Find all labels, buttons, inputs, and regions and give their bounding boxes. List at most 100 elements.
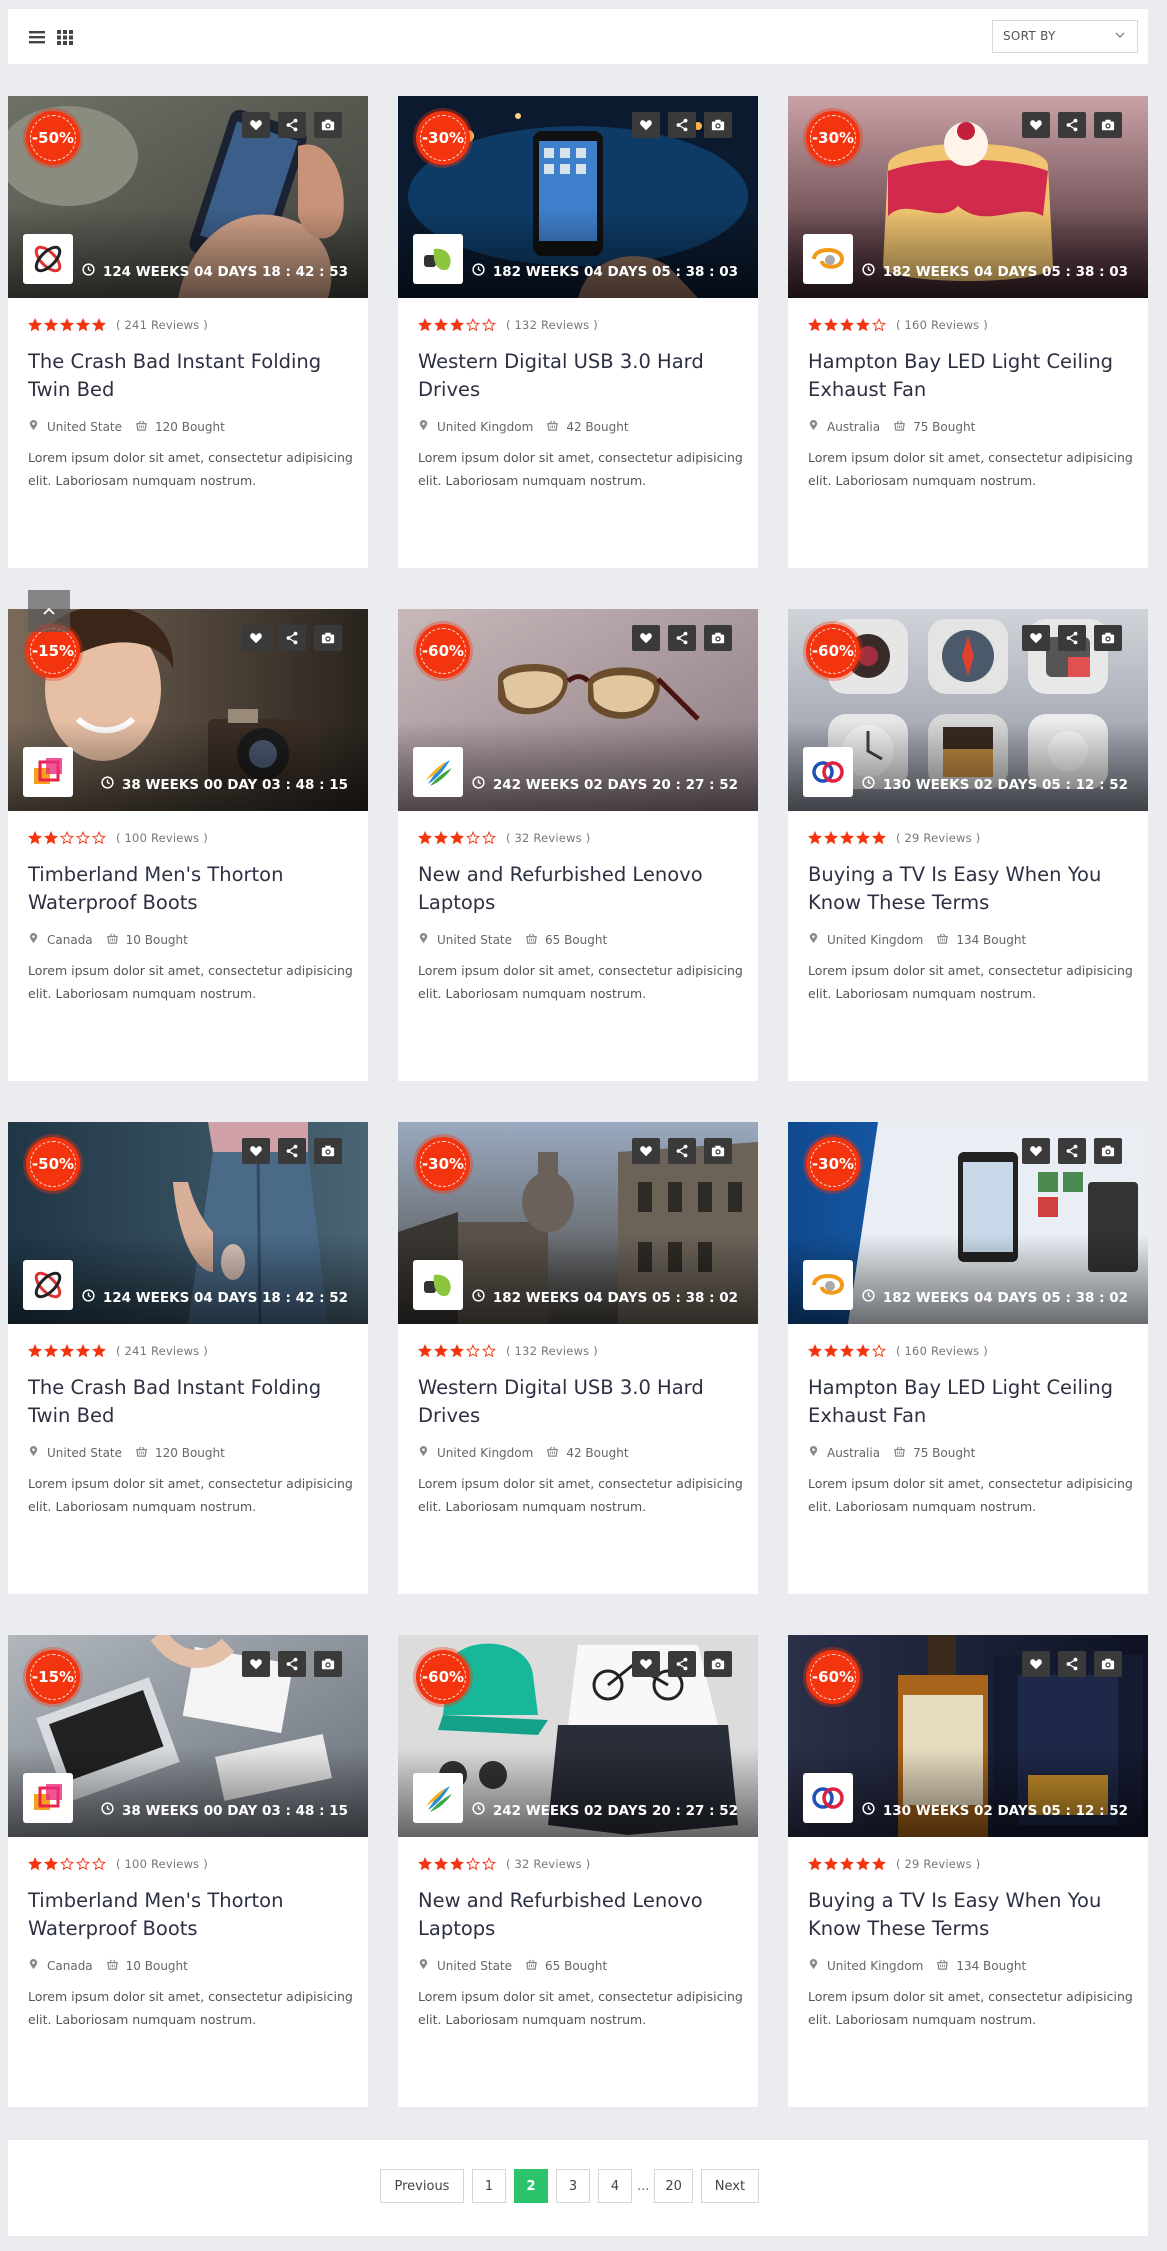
list-view-icon[interactable] [27,27,47,47]
seller-logo[interactable] [23,1773,73,1823]
page-3-button[interactable]: 3 [556,2169,590,2203]
camera-icon[interactable] [704,1651,732,1677]
back-to-top-button[interactable] [28,590,70,632]
wishlist-heart-icon[interactable] [1022,112,1050,138]
camera-icon[interactable] [314,625,342,651]
wishlist-heart-icon[interactable] [242,1138,270,1164]
review-count[interactable]: ( 29 Reviews ) [896,1857,980,1871]
seller-logo[interactable] [413,1260,463,1310]
product-title[interactable]: Hampton Bay LED Light Ceiling Exhaust Fa… [808,348,1138,404]
product-title[interactable]: Timberland Men's Thorton Waterproof Boot… [28,1887,358,1943]
product-card[interactable]: -60% 130 WEEKS 02 DAYS 05 : 12 : 52 ( 29 R… [788,1635,1148,2107]
product-image[interactable]: -30% 182 WEEKS 04 DAYS 05 : 38 : 03 [398,96,758,298]
share-icon[interactable] [278,625,306,651]
product-image[interactable]: -30% 182 WEEKS 04 DAYS 05 : 38 : 02 [398,1122,758,1324]
seller-logo[interactable] [803,747,853,797]
seller-logo[interactable] [23,1260,73,1310]
product-title[interactable]: Western Digital USB 3.0 Hard Drives [418,1374,748,1430]
product-title[interactable]: Western Digital USB 3.0 Hard Drives [418,348,748,404]
product-image[interactable]: -30% 182 WEEKS 04 DAYS 05 : 38 : 03 [788,96,1148,298]
share-icon[interactable] [1058,112,1086,138]
product-title[interactable]: Timberland Men's Thorton Waterproof Boot… [28,861,358,917]
camera-icon[interactable] [704,112,732,138]
review-count[interactable]: ( 160 Reviews ) [896,1344,988,1358]
camera-icon[interactable] [704,1138,732,1164]
share-icon[interactable] [278,112,306,138]
product-title[interactable]: Buying a TV Is Easy When You Know These … [808,1887,1138,1943]
product-card[interactable]: -50% 124 WEEKS 04 DAYS 18 : 42 : 53 ( 241 … [8,96,368,568]
seller-logo[interactable] [413,234,463,284]
review-count[interactable]: ( 241 Reviews ) [116,318,208,332]
camera-icon[interactable] [704,625,732,651]
share-icon[interactable] [668,1651,696,1677]
product-card[interactable]: -15% 38 WEEKS 00 DAY 03 : 48 : 15 ( 100 Re… [8,609,368,1081]
review-count[interactable]: ( 160 Reviews ) [896,318,988,332]
product-card[interactable]: -60% 130 WEEKS 02 DAYS 05 : 12 : 52 ( 29 R… [788,609,1148,1081]
product-title[interactable]: The Crash Bad Instant Folding Twin Bed [28,1374,358,1430]
seller-logo[interactable] [803,1260,853,1310]
product-image[interactable]: -50% 124 WEEKS 04 DAYS 18 : 42 : 53 [8,96,368,298]
product-image[interactable]: -60% 130 WEEKS 02 DAYS 05 : 12 : 52 [788,1635,1148,1837]
product-title[interactable]: New and Refurbished Lenovo Laptops [418,861,748,917]
page-4-button[interactable]: 4 [598,2169,632,2203]
wishlist-heart-icon[interactable] [242,625,270,651]
camera-icon[interactable] [314,112,342,138]
review-count[interactable]: ( 241 Reviews ) [116,1344,208,1358]
share-icon[interactable] [1058,1138,1086,1164]
wishlist-heart-icon[interactable] [1022,1651,1050,1677]
wishlist-heart-icon[interactable] [632,112,660,138]
share-icon[interactable] [278,1138,306,1164]
camera-icon[interactable] [1094,1138,1122,1164]
seller-logo[interactable] [23,747,73,797]
product-image[interactable]: -60% 130 WEEKS 02 DAYS 05 : 12 : 52 [788,609,1148,811]
product-title[interactable]: The Crash Bad Instant Folding Twin Bed [28,348,358,404]
camera-icon[interactable] [1094,112,1122,138]
grid-view-icon[interactable] [55,27,75,47]
previous-page-button[interactable]: Previous [380,2169,464,2203]
seller-logo[interactable] [803,234,853,284]
camera-icon[interactable] [314,1651,342,1677]
product-card[interactable]: -30% 182 WEEKS 04 DAYS 05 : 38 : 02 ( 160 … [788,1122,1148,1594]
review-count[interactable]: ( 132 Reviews ) [506,1344,598,1358]
product-title[interactable]: New and Refurbished Lenovo Laptops [418,1887,748,1943]
review-count[interactable]: ( 100 Reviews ) [116,1857,208,1871]
product-card[interactable]: -15% 38 WEEKS 00 DAY 03 : 48 : 15 ( 100 Re… [8,1635,368,2107]
page-1-button[interactable]: 1 [472,2169,506,2203]
product-card[interactable]: -30% 182 WEEKS 04 DAYS 05 : 38 : 02 ( 132 … [398,1122,758,1594]
product-card[interactable]: -60% 242 WEEKS 02 DAYS 20 : 27 : 52 ( 32 R… [398,1635,758,2107]
review-count[interactable]: ( 29 Reviews ) [896,831,980,845]
camera-icon[interactable] [1094,1651,1122,1677]
product-card[interactable]: -30% 182 WEEKS 04 DAYS 05 : 38 : 03 ( 160 … [788,96,1148,568]
wishlist-heart-icon[interactable] [632,625,660,651]
seller-logo[interactable] [23,234,73,284]
share-icon[interactable] [668,1138,696,1164]
wishlist-heart-icon[interactable] [242,1651,270,1677]
seller-logo[interactable] [413,1773,463,1823]
camera-icon[interactable] [1094,625,1122,651]
review-count[interactable]: ( 132 Reviews ) [506,318,598,332]
share-icon[interactable] [668,112,696,138]
seller-logo[interactable] [803,1773,853,1823]
camera-icon[interactable] [314,1138,342,1164]
share-icon[interactable] [668,625,696,651]
product-image[interactable]: -30% 182 WEEKS 04 DAYS 05 : 38 : 02 [788,1122,1148,1324]
page-2-button[interactable]: 2 [514,2169,548,2203]
product-title[interactable]: Hampton Bay LED Light Ceiling Exhaust Fa… [808,1374,1138,1430]
product-title[interactable]: Buying a TV Is Easy When You Know These … [808,861,1138,917]
share-icon[interactable] [1058,625,1086,651]
review-count[interactable]: ( 100 Reviews ) [116,831,208,845]
review-count[interactable]: ( 32 Reviews ) [506,831,590,845]
product-card[interactable]: -50% 124 WEEKS 04 DAYS 18 : 42 : 52 ( 241 … [8,1122,368,1594]
product-card[interactable]: -30% 182 WEEKS 04 DAYS 05 : 38 : 03 ( 132 … [398,96,758,568]
product-image[interactable]: -15% 38 WEEKS 00 DAY 03 : 48 : 15 [8,609,368,811]
wishlist-heart-icon[interactable] [1022,1138,1050,1164]
product-image[interactable]: -60% 242 WEEKS 02 DAYS 20 : 27 : 52 [398,609,758,811]
page-20-button[interactable]: 20 [654,2169,693,2203]
sort-by-select[interactable]: SORT BY [992,20,1138,53]
share-icon[interactable] [1058,1651,1086,1677]
wishlist-heart-icon[interactable] [1022,625,1050,651]
product-image[interactable]: -60% 242 WEEKS 02 DAYS 20 : 27 : 52 [398,1635,758,1837]
product-image[interactable]: -15% 38 WEEKS 00 DAY 03 : 48 : 15 [8,1635,368,1837]
next-page-button[interactable]: Next [700,2169,759,2203]
seller-logo[interactable] [413,747,463,797]
